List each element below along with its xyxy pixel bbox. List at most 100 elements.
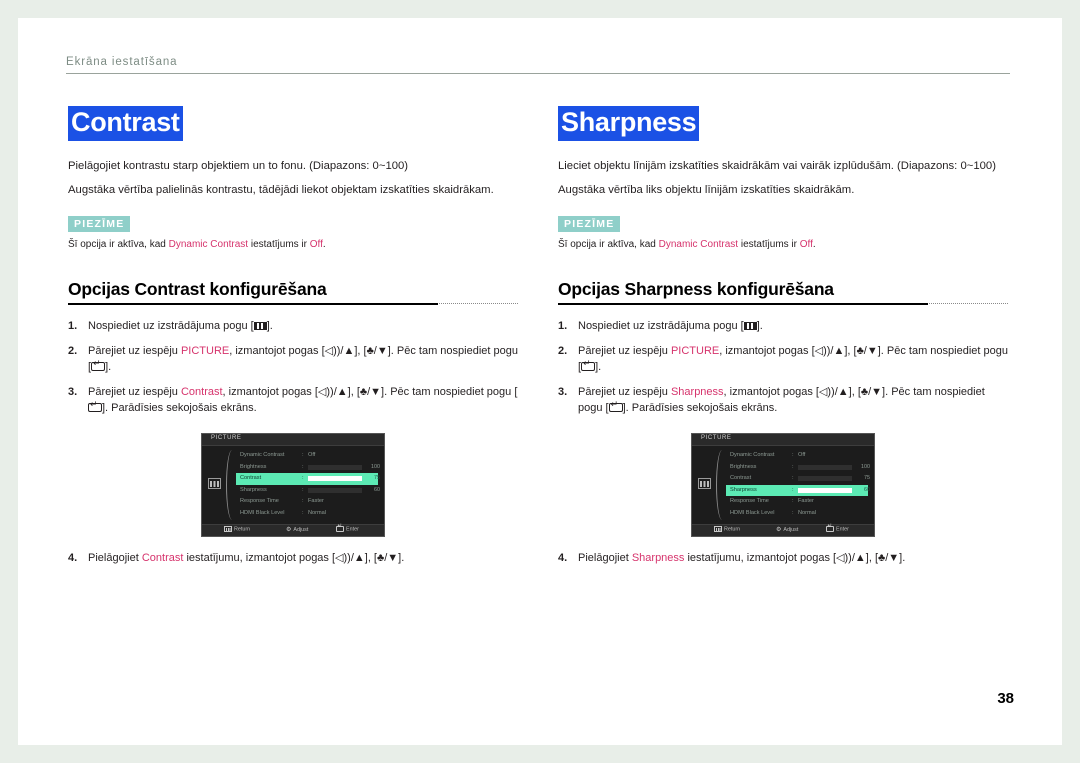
note-text: Šī opcija ir aktīva, kad Dynamic Contras… bbox=[68, 238, 518, 251]
step-item: 2. Pārejiet uz iespēju PICTURE, izmantojo… bbox=[68, 344, 518, 376]
steps-list: 1. Nospiediet uz izstrādājuma pogu []. 2.… bbox=[558, 319, 1008, 417]
description-line-1: Pielāgojiet kontrastu starp objektiem un… bbox=[68, 159, 409, 172]
step-item: 3. Pārejiet uz iespēju Contrast, izmantoj… bbox=[68, 385, 518, 417]
column-contrast: Contrast Pielāgojiet kontrastu starp obj… bbox=[68, 106, 518, 576]
step-number: 2. bbox=[68, 345, 78, 358]
osd-row-label: Contrast bbox=[730, 475, 752, 482]
osd-row-value: 100 bbox=[371, 463, 380, 470]
step-term: PICTURE bbox=[670, 345, 720, 358]
osd-row-selected[interactable]: Contrast : 75 bbox=[236, 473, 380, 485]
osd-row[interactable]: HDMI Black Level : Normal bbox=[726, 508, 868, 520]
osd-row[interactable]: Dynamic Contrast : Off bbox=[236, 450, 378, 462]
osd-return-button[interactable]: Return bbox=[224, 526, 250, 533]
osd-row[interactable]: Response Time : Faster bbox=[236, 496, 378, 508]
enter-button-icon bbox=[608, 400, 623, 413]
osd-enter-label: Enter bbox=[836, 526, 849, 533]
steps-list-final: 4. Pielāgojiet Contrast iestatījumu, izma… bbox=[68, 551, 518, 567]
osd-footer: Return ⚙Adjust Enter bbox=[202, 524, 384, 537]
section-heading-rule bbox=[68, 303, 518, 307]
osd-row-label: Brightness bbox=[240, 463, 267, 470]
description-line-2: Augstāka vērtība liks objektu līnijām iz… bbox=[558, 184, 855, 197]
section-heading: Opcijas Sharpness konfigurēšana bbox=[558, 279, 834, 300]
step-item: 2. Pārejiet uz iespēju PICTURE, izmantojo… bbox=[558, 344, 1008, 376]
enter-button-icon bbox=[91, 359, 106, 372]
osd-colon: : bbox=[792, 475, 794, 482]
step-term: Contrast bbox=[180, 386, 223, 399]
osd-footer: Return ⚙Adjust Enter bbox=[692, 524, 874, 537]
note-text-suffix: . bbox=[322, 239, 326, 251]
osd-row-label: Response Time bbox=[730, 498, 769, 505]
osd-colon: : bbox=[792, 498, 794, 505]
steps-list-final: 4. Pielāgojiet Sharpness iestatījumu, izm… bbox=[558, 551, 1008, 567]
osd-colon: : bbox=[792, 486, 794, 493]
osd-row-value: 75 bbox=[864, 475, 870, 482]
osd-colon: : bbox=[792, 509, 794, 516]
osd-row[interactable]: Contrast : 75 bbox=[726, 473, 870, 485]
osd-title: PICTURE bbox=[211, 435, 242, 442]
manual-page: Ekrāna iestatīšana Contrast Pielāgojiet … bbox=[18, 18, 1062, 745]
enter-button-icon bbox=[88, 400, 102, 413]
note-badge: PIEZĪME bbox=[68, 216, 131, 233]
step-text: Pārejiet uz iespēju bbox=[578, 386, 671, 399]
osd-row[interactable]: Brightness : 100 bbox=[236, 462, 380, 474]
osd-colon: : bbox=[302, 452, 304, 459]
osd-row-value: 100 bbox=[861, 463, 870, 470]
step-text-middle: iestatījumu, izmantojot pogas [◁))/▲], [… bbox=[183, 552, 405, 565]
description-line-2: Augstāka vērtība palielinās kontrastu, t… bbox=[68, 184, 494, 197]
osd-row[interactable]: Dynamic Contrast : Off bbox=[726, 450, 868, 462]
note-text-prefix: Šī opcija ir aktīva, kad bbox=[68, 239, 169, 251]
osd-row-label: Dynamic Contrast bbox=[240, 452, 285, 459]
step-text: Nospiediet uz izstrādājuma pogu [ bbox=[88, 320, 254, 333]
step-term: PICTURE bbox=[180, 345, 230, 358]
step-term: Contrast bbox=[141, 552, 184, 565]
step-text-end: ]. bbox=[105, 361, 112, 374]
step-number: 1. bbox=[558, 320, 568, 333]
step-text: Pielāgojiet bbox=[578, 552, 632, 565]
osd-row[interactable]: Brightness : 100 bbox=[726, 462, 870, 474]
osd-row[interactable]: Response Time : Faster bbox=[726, 496, 868, 508]
description-line-1: Lieciet objektu līnijām izskatīties skai… bbox=[558, 159, 996, 172]
osd-row-label: Sharpness bbox=[730, 486, 757, 493]
note-value: Off bbox=[799, 239, 813, 251]
osd-row-label: Response Time bbox=[240, 498, 279, 505]
note-text-suffix: . bbox=[812, 239, 816, 251]
osd-row-label: Brightness bbox=[730, 463, 757, 470]
step-item: 1. Nospiediet uz izstrādājuma pogu []. bbox=[68, 319, 518, 335]
header-divider bbox=[66, 73, 1010, 74]
enter-icon bbox=[336, 525, 344, 532]
step-text: Pārejiet uz iespēju bbox=[88, 386, 181, 399]
osd-row-label: HDMI Black Level bbox=[240, 509, 285, 516]
osd-enter-button[interactable]: Enter bbox=[826, 525, 849, 533]
osd-enter-label: Enter bbox=[346, 526, 359, 533]
gear-icon: ⚙ bbox=[286, 527, 292, 534]
osd-adjust-button[interactable]: ⚙ Adjust bbox=[286, 526, 308, 533]
osd-row[interactable]: HDMI Black Level : Normal bbox=[236, 508, 378, 520]
osd-colon: : bbox=[302, 486, 304, 493]
step-number: 4. bbox=[68, 552, 78, 565]
osd-enter-button[interactable]: Enter bbox=[336, 525, 359, 533]
osd-row-bar bbox=[798, 476, 852, 482]
osd-row-selected[interactable]: Sharpness : 60 bbox=[726, 484, 870, 497]
step-text-end: ]. Parādīsies sekojošais ekrāns. bbox=[102, 402, 257, 415]
page-title: Sharpness bbox=[558, 106, 700, 141]
osd-row[interactable]: Sharpness : 60 bbox=[236, 485, 380, 497]
osd-row-value: Normal bbox=[308, 509, 327, 516]
step-text-end: ]. bbox=[595, 361, 602, 374]
step-text-end: ]. bbox=[756, 320, 763, 333]
osd-adjust-button[interactable]: ⚙ Adjust bbox=[776, 526, 798, 533]
osd-return-button[interactable]: Return bbox=[714, 526, 740, 533]
menu-icon bbox=[714, 526, 722, 532]
step-item: 4. Pielāgojiet Sharpness iestatījumu, izm… bbox=[558, 551, 1008, 567]
osd-title: PICTURE bbox=[701, 435, 732, 442]
note-text: Šī opcija ir aktīva, kad Dynamic Contras… bbox=[558, 238, 1008, 251]
note-term: Dynamic Contrast bbox=[168, 239, 249, 251]
step-number: 1. bbox=[68, 320, 78, 333]
gear-icon: ⚙ bbox=[776, 527, 782, 534]
menu-button-icon bbox=[743, 322, 757, 331]
osd-row-value: Faster bbox=[798, 498, 814, 505]
osd-colon: : bbox=[302, 475, 304, 482]
step-text: Pielāgojiet bbox=[88, 552, 142, 565]
page-number: 38 bbox=[997, 690, 1014, 707]
step-number: 3. bbox=[68, 386, 78, 399]
note-badge: PIEZĪME bbox=[558, 216, 621, 233]
